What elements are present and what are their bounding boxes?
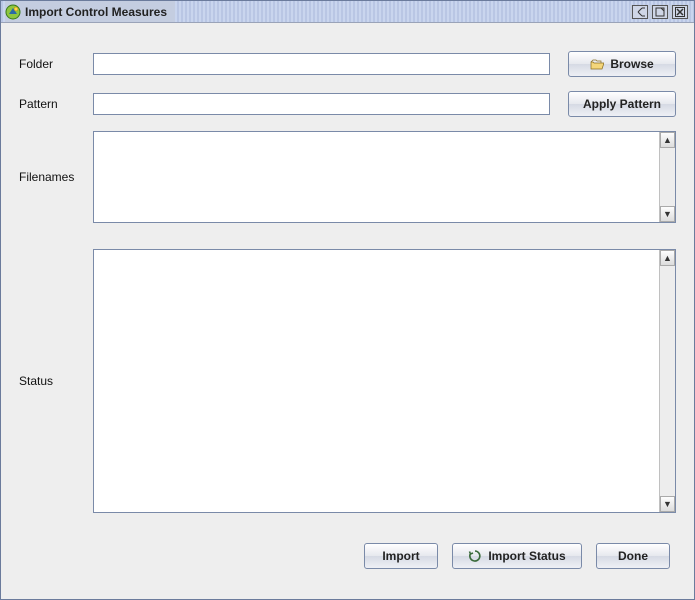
import-status-button-label: Import Status bbox=[488, 549, 565, 563]
apply-pattern-button[interactable]: Apply Pattern bbox=[568, 91, 676, 117]
status-textarea[interactable] bbox=[94, 250, 659, 512]
browse-button-label: Browse bbox=[610, 57, 653, 71]
app-icon bbox=[5, 4, 21, 20]
scroll-track[interactable] bbox=[660, 148, 675, 206]
apply-pattern-button-label: Apply Pattern bbox=[583, 97, 661, 111]
scroll-up-icon[interactable]: ▲ bbox=[660, 250, 675, 266]
scroll-up-icon[interactable]: ▲ bbox=[660, 132, 675, 148]
filenames-textarea[interactable] bbox=[94, 132, 659, 222]
import-button-label: Import bbox=[382, 549, 419, 563]
status-scrollbar[interactable]: ▲ ▼ bbox=[659, 250, 675, 512]
filenames-scrollbar[interactable]: ▲ ▼ bbox=[659, 132, 675, 222]
content-area: Folder Browse Pattern Apply Pattern File… bbox=[1, 23, 694, 599]
pattern-row: Pattern Apply Pattern bbox=[19, 91, 676, 117]
bottom-button-bar: Import Import Status Done bbox=[19, 533, 676, 573]
status-row: Status ▲ ▼ bbox=[19, 249, 676, 513]
done-button[interactable]: Done bbox=[596, 543, 670, 569]
folder-open-icon bbox=[590, 59, 604, 70]
scroll-down-icon[interactable]: ▼ bbox=[660, 206, 675, 222]
window-title: Import Control Measures bbox=[25, 5, 167, 19]
status-label: Status bbox=[19, 374, 87, 388]
status-area-wrap: ▲ ▼ bbox=[93, 249, 676, 513]
done-button-label: Done bbox=[618, 549, 648, 563]
folder-label: Folder bbox=[19, 57, 87, 71]
dialog-import-control-measures: Import Control Measures Folder Bro bbox=[0, 0, 695, 600]
scroll-track[interactable] bbox=[660, 266, 675, 496]
maximize-button[interactable] bbox=[652, 5, 668, 19]
import-status-button[interactable]: Import Status bbox=[452, 543, 582, 569]
titlebar[interactable]: Import Control Measures bbox=[1, 1, 694, 23]
folder-row: Folder Browse bbox=[19, 51, 676, 77]
iconify-button[interactable] bbox=[632, 5, 648, 19]
filenames-area-wrap: ▲ ▼ bbox=[93, 131, 676, 223]
import-button[interactable]: Import bbox=[364, 543, 438, 569]
pattern-input[interactable] bbox=[93, 93, 550, 115]
browse-button[interactable]: Browse bbox=[568, 51, 676, 77]
scroll-down-icon[interactable]: ▼ bbox=[660, 496, 675, 512]
filenames-label: Filenames bbox=[19, 170, 87, 184]
filenames-row: Filenames ▲ ▼ bbox=[19, 131, 676, 223]
folder-input[interactable] bbox=[93, 53, 550, 75]
close-button[interactable] bbox=[672, 5, 688, 19]
refresh-icon bbox=[468, 549, 482, 563]
pattern-label: Pattern bbox=[19, 97, 87, 111]
